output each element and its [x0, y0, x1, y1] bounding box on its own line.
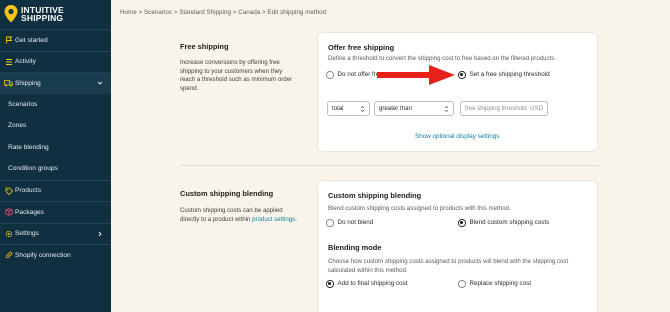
- radio-circle-selected: [326, 280, 334, 288]
- blend-custom-costs-label: Blend custom shipping costs: [469, 219, 550, 227]
- do-not-blend-radio[interactable]: Do not blend: [326, 219, 373, 227]
- replace-shipping-cost-label: Replace shipping cost: [469, 280, 532, 288]
- sidebar-item-label: Zones: [8, 122, 27, 130]
- sidebar-item-label: Shipping: [15, 79, 41, 87]
- blend-custom-costs-radio[interactable]: Blend custom shipping costs: [458, 219, 549, 227]
- radio-circle: [326, 219, 334, 227]
- sidebar: INTUITIVE SHIPPING Get started Activity …: [0, 0, 111, 312]
- select-arrows-icon: [360, 105, 365, 113]
- blending-card-title: Custom shipping blending: [328, 191, 422, 200]
- list-icon: [4, 57, 13, 66]
- sidebar-item-label: Scenarios: [8, 100, 38, 108]
- truck-icon: [4, 79, 13, 88]
- sidebar-item-activity[interactable]: Activity: [0, 50, 111, 73]
- blending-mode-subtitle: Choose how custom shipping costs assigne…: [328, 258, 569, 274]
- sidebar-item-products[interactable]: Products: [0, 179, 111, 202]
- operator-select-value: greater than: [379, 105, 412, 112]
- sidebar-item-label: Condition groups: [8, 165, 58, 173]
- radio-circle-selected: [458, 219, 466, 227]
- replace-shipping-cost-radio[interactable]: Replace shipping cost: [458, 280, 531, 288]
- radio-circle: [458, 280, 466, 288]
- free-shipping-section-description: Increase conversions by offering free sh…: [180, 59, 293, 92]
- tag-icon: [4, 186, 13, 195]
- select-arrows-icon: [444, 105, 449, 113]
- section-divider: [180, 165, 598, 166]
- sidebar-item-rate-blending[interactable]: Rate blending: [0, 137, 111, 159]
- sidebar-item-get-started[interactable]: Get started: [0, 29, 111, 51]
- location-pin-icon: [4, 5, 18, 23]
- sidebar-item-settings[interactable]: Settings: [0, 222, 111, 245]
- offer-card-title: Offer free shipping: [328, 43, 395, 52]
- sidebar-item-label: Activity: [15, 58, 36, 66]
- offer-card-subtitle: Define a threshold to convert the shippi…: [328, 55, 556, 62]
- sidebar-item-condition-groups[interactable]: Condition groups: [0, 158, 111, 180]
- blending-card-subtitle: Blend custom shipping costs assigned to …: [328, 205, 511, 212]
- chevron-down-icon: [97, 80, 103, 86]
- link-icon: [4, 251, 13, 260]
- custom-blending-section-title: Custom shipping blending: [180, 189, 274, 198]
- add-to-final-cost-label: Add to final shipping cost: [337, 280, 408, 288]
- operator-select[interactable]: greater than: [374, 101, 454, 116]
- blending-mode-title: Blending mode: [328, 243, 382, 252]
- threshold-placeholder: free shipping threshold: [465, 105, 527, 112]
- set-threshold-radio[interactable]: Set a free shipping threshold: [458, 71, 550, 79]
- metric-select-value: total: [332, 105, 344, 112]
- show-display-settings-link[interactable]: Show optional display settings: [415, 133, 499, 140]
- do-not-blend-label: Do not blend: [337, 219, 374, 227]
- radio-circle: [326, 71, 334, 79]
- annotation-arrow-icon: [377, 65, 455, 85]
- flag-icon: [4, 36, 13, 45]
- box-icon: [4, 208, 13, 217]
- sidebar-nav: Get started Activity Shipping Scenarios …: [0, 29, 111, 266]
- metric-select[interactable]: total: [327, 101, 370, 116]
- radio-circle-selected: [458, 71, 466, 79]
- product-settings-link[interactable]: product settings: [252, 216, 295, 223]
- sidebar-item-label: Get started: [15, 36, 48, 44]
- sidebar-item-label: Settings: [15, 230, 39, 238]
- free-shipping-section-title: Free shipping: [180, 42, 229, 51]
- chevron-right-icon: [97, 231, 103, 237]
- brand-line-2: SHIPPING: [21, 13, 64, 23]
- set-threshold-label: Set a free shipping threshold: [469, 71, 550, 79]
- sidebar-item-label: Products: [15, 187, 42, 195]
- sidebar-item-label: Packages: [15, 208, 44, 216]
- custom-blending-section-description: Custom shipping costs can be applied dir…: [180, 207, 298, 224]
- sidebar-item-shopify-connection[interactable]: Shopify connection: [0, 244, 111, 266]
- breadcrumb[interactable]: Home > Scenarios > Standard Shipping > C…: [120, 9, 326, 16]
- sidebar-item-zones[interactable]: Zones: [0, 115, 111, 137]
- description-end: .: [295, 215, 297, 223]
- app-logo[interactable]: INTUITIVE SHIPPING: [4, 3, 64, 25]
- gear-icon: [4, 229, 13, 238]
- sidebar-item-scenarios[interactable]: Scenarios: [0, 94, 111, 116]
- sidebar-item-shipping[interactable]: Shipping: [0, 72, 111, 94]
- add-to-final-cost-radio[interactable]: Add to final shipping cost: [326, 280, 408, 288]
- threshold-unit: USD: [530, 105, 543, 112]
- sidebar-item-packages[interactable]: Packages: [0, 201, 111, 223]
- free-shipping-threshold-input[interactable]: free shipping threshold USD: [460, 101, 548, 116]
- offer-free-shipping-card: Offer free shipping Define a threshold t…: [318, 33, 597, 151]
- sidebar-item-label: Rate blending: [8, 143, 49, 151]
- custom-blending-card: Custom shipping blending Blend custom sh…: [318, 181, 597, 312]
- sidebar-item-label: Shopify connection: [15, 251, 71, 259]
